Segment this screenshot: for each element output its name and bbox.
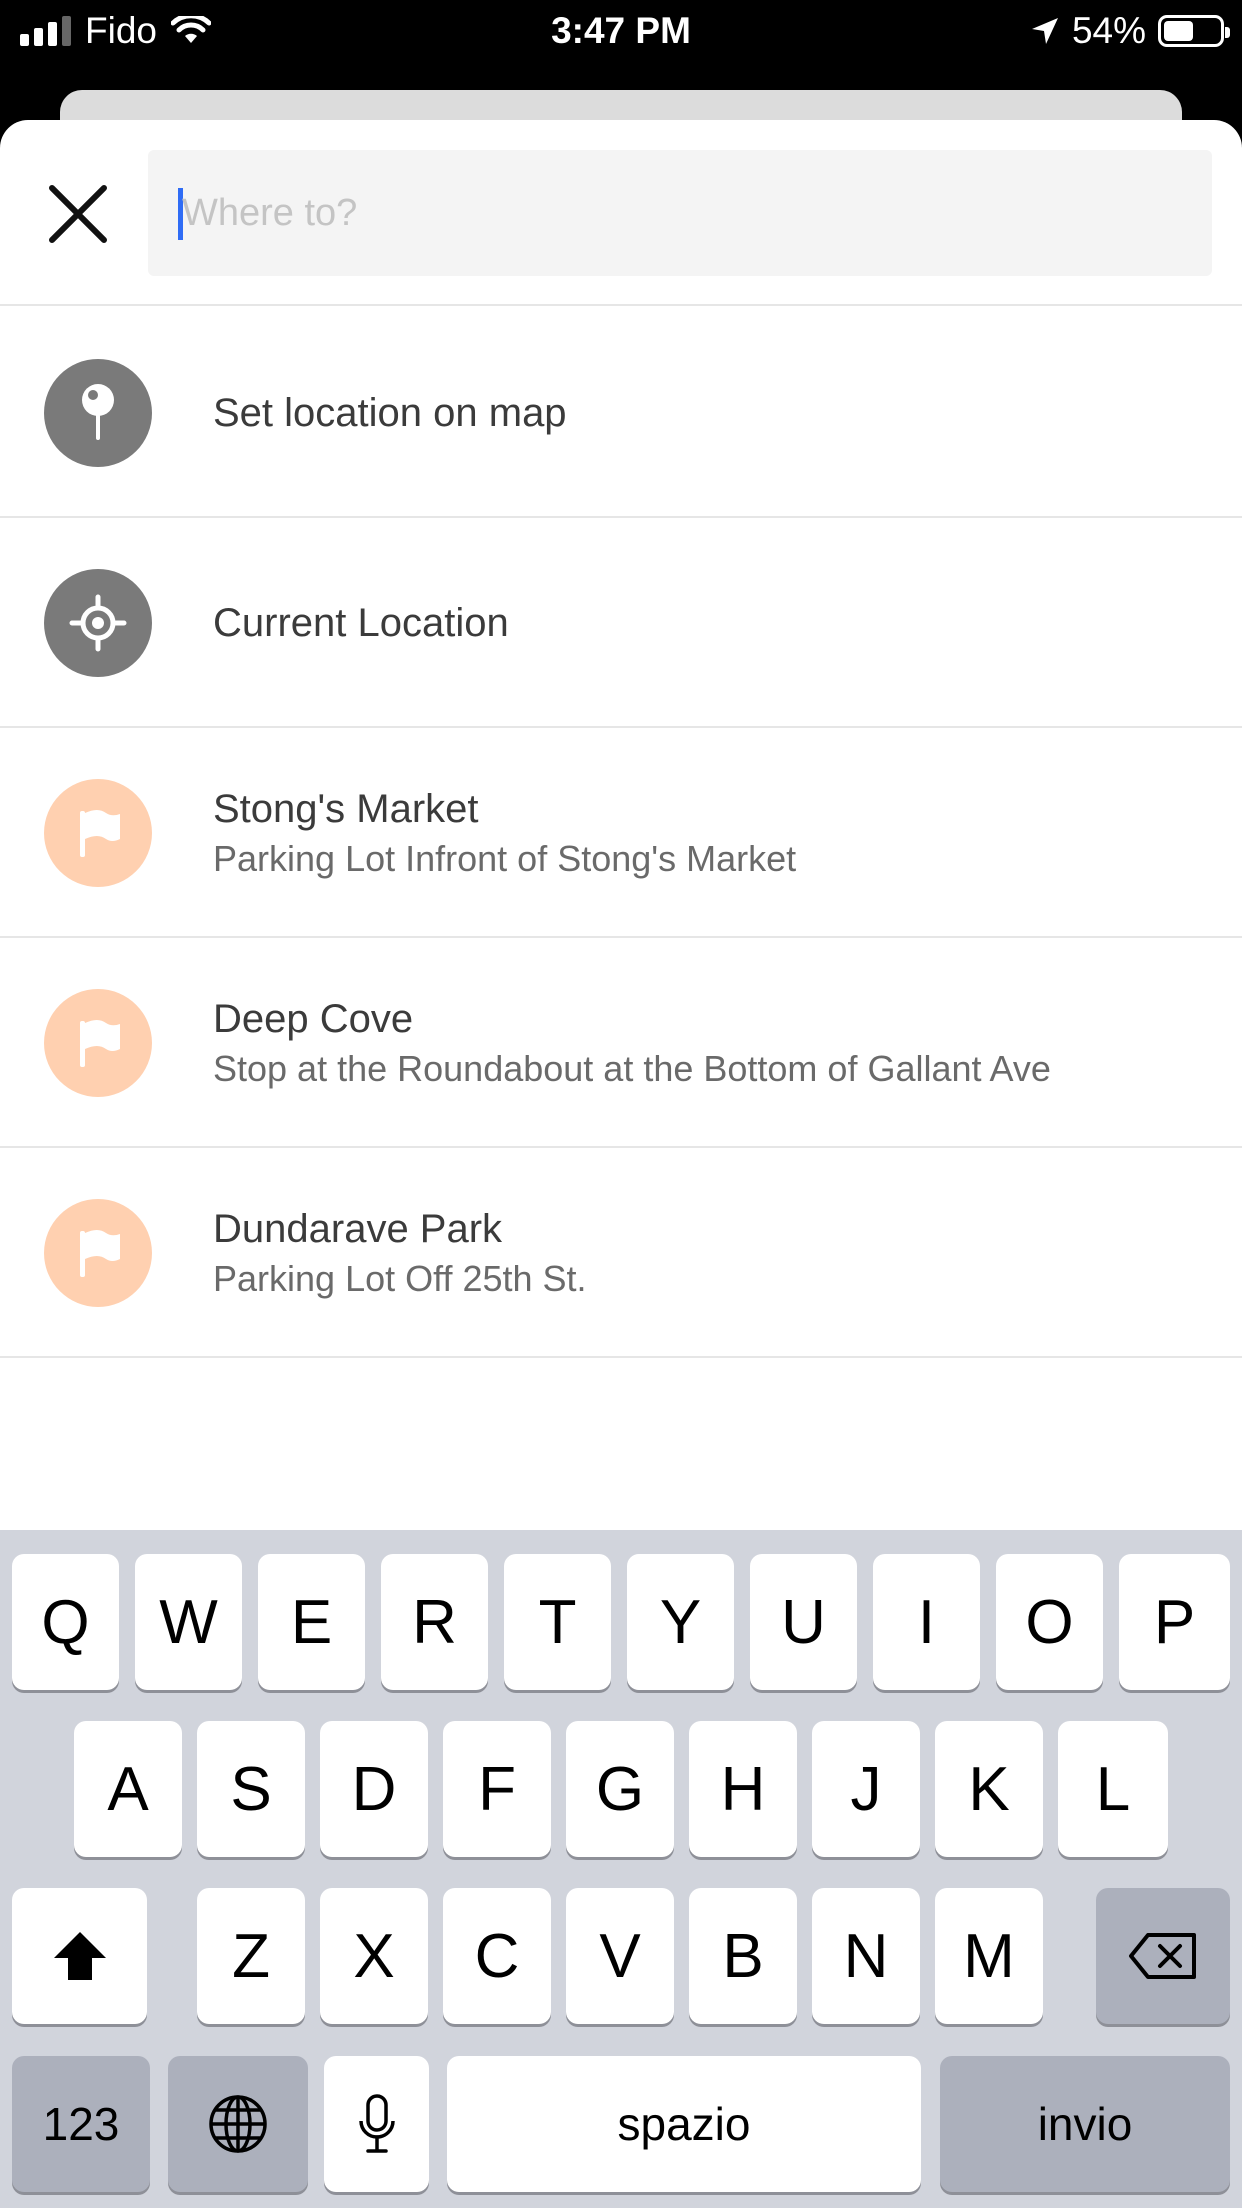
key-i[interactable]: I	[873, 1554, 980, 1690]
key-c[interactable]: C	[443, 1888, 551, 2024]
list-item-deep-cove[interactable]: Deep Cove Stop at the Roundabout at the …	[0, 938, 1242, 1148]
key-n[interactable]: N	[812, 1888, 920, 2024]
globe-icon	[209, 2095, 267, 2153]
backspace-icon	[1129, 1933, 1196, 1979]
key-f[interactable]: F	[443, 1721, 551, 1857]
key-d[interactable]: D	[320, 1721, 428, 1857]
globe-key[interactable]	[168, 2056, 308, 2192]
key-q[interactable]: Q	[12, 1554, 119, 1690]
key-g[interactable]: G	[566, 1721, 674, 1857]
battery-percent: 54%	[1071, 10, 1146, 51]
search-field[interactable]	[148, 150, 1212, 276]
list-item-stongs-market[interactable]: Stong's Market Parking Lot Infront of St…	[0, 728, 1242, 938]
flag-icon	[44, 779, 152, 887]
item-subtitle: Stop at the Roundabout at the Bottom of …	[213, 1047, 1051, 1089]
screen: Fido 3:47 PM 54% Where to? Set location …	[0, 0, 1242, 2208]
item-subtitle: Parking Lot Off 25th St.	[213, 1257, 587, 1299]
item-subtitle: Parking Lot Infront of Stong's Market	[213, 837, 797, 879]
key-t[interactable]: T	[504, 1554, 611, 1690]
keyboard: Q W E R T Y U I O P A S D F G H J K L Z …	[0, 1530, 1242, 2208]
status-right: 54%	[1030, 10, 1230, 52]
microphone-icon	[358, 2094, 395, 2153]
item-title: Current Location	[213, 600, 509, 645]
destination-sheet: Set location on map Current Location	[0, 120, 1242, 1530]
numbers-key[interactable]: 123	[12, 2056, 150, 2192]
list-item-set-location-on-map[interactable]: Set location on map	[0, 308, 1242, 518]
close-icon	[49, 185, 107, 243]
key-k[interactable]: K	[935, 1721, 1043, 1857]
key-j[interactable]: J	[812, 1721, 920, 1857]
list-item-dundarave-park[interactable]: Dundarave Park Parking Lot Off 25th St.	[0, 1148, 1242, 1358]
item-title: Dundarave Park	[213, 1206, 503, 1251]
status-bar: Fido 3:47 PM 54%	[0, 0, 1242, 62]
key-v[interactable]: V	[566, 1888, 674, 2024]
flag-icon	[44, 989, 152, 1097]
list-item-current-location[interactable]: Current Location	[0, 518, 1242, 728]
shift-key[interactable]	[12, 1888, 147, 2024]
key-o[interactable]: O	[996, 1554, 1103, 1690]
item-title: Stong's Market	[213, 786, 479, 831]
key-u[interactable]: U	[750, 1554, 857, 1690]
key-w[interactable]: W	[135, 1554, 242, 1690]
close-button[interactable]	[40, 176, 116, 252]
item-title: Set location on map	[213, 390, 567, 435]
key-p[interactable]: P	[1119, 1554, 1230, 1690]
key-s[interactable]: S	[197, 1721, 305, 1857]
delete-key[interactable]	[1096, 1888, 1230, 2024]
key-l[interactable]: L	[1058, 1721, 1168, 1857]
key-b[interactable]: B	[689, 1888, 797, 2024]
search-header	[0, 120, 1242, 306]
crosshair-icon	[44, 569, 152, 677]
key-z[interactable]: Z	[197, 1888, 305, 2024]
shift-icon	[53, 1932, 106, 1980]
location-arrow-icon	[1031, 18, 1058, 44]
key-x[interactable]: X	[320, 1888, 428, 2024]
suggestion-list: Set location on map Current Location Sto…	[0, 308, 1242, 1358]
space-key[interactable]: spazio	[447, 2056, 921, 2192]
key-a[interactable]: A	[74, 1721, 182, 1857]
key-m[interactable]: M	[935, 1888, 1043, 2024]
key-e[interactable]: E	[258, 1554, 365, 1690]
search-input[interactable]	[182, 150, 1182, 276]
battery-icon	[1158, 15, 1230, 47]
key-r[interactable]: R	[381, 1554, 488, 1690]
key-h[interactable]: H	[689, 1721, 797, 1857]
dictation-key[interactable]	[324, 2056, 429, 2192]
key-y[interactable]: Y	[627, 1554, 734, 1690]
return-key[interactable]: invio	[940, 2056, 1230, 2192]
item-title: Deep Cove	[213, 996, 414, 1041]
flag-icon	[44, 1199, 152, 1307]
map-pin-icon	[44, 359, 152, 467]
